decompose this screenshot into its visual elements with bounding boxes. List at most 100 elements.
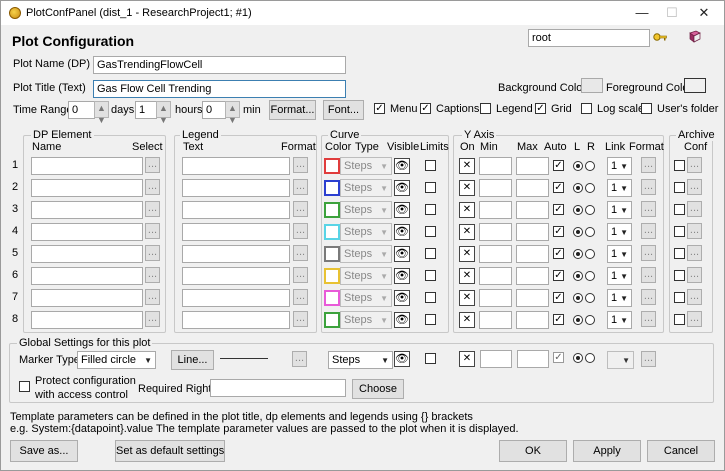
curve-color-swatch[interactable] xyxy=(324,312,340,328)
global-max-input[interactable] xyxy=(517,350,549,368)
choose-button[interactable]: Choose xyxy=(352,379,404,399)
left-axis-radio[interactable] xyxy=(573,315,583,325)
eye-icon[interactable]: 👁 xyxy=(394,158,410,174)
cancel-button[interactable]: Cancel xyxy=(647,440,715,462)
ok-button[interactable]: OK xyxy=(499,440,567,462)
option-checkbox-0[interactable]: ✓ xyxy=(374,103,385,114)
archive-checkbox[interactable] xyxy=(674,160,685,171)
link-select[interactable]: 1 ▼ xyxy=(607,245,632,263)
dp-select-button[interactable]: ... xyxy=(145,157,160,173)
required-right-input[interactable] xyxy=(210,379,346,397)
y-max-input[interactable] xyxy=(516,245,549,263)
y-format-button[interactable]: ... xyxy=(641,289,656,305)
plot-title-input[interactable]: Gas Flow Cell Trending xyxy=(93,80,346,98)
limits-checkbox[interactable] xyxy=(425,160,436,171)
limits-checkbox[interactable] xyxy=(425,248,436,259)
y-format-button[interactable]: ... xyxy=(641,157,656,173)
link-select[interactable]: 1 ▼ xyxy=(607,223,632,241)
axis-icon[interactable]: ✕ xyxy=(459,224,475,240)
global-auto-checkbox[interactable]: ✓ xyxy=(553,352,564,363)
curve-type-select[interactable]: Steps ▼ xyxy=(340,201,392,219)
curve-type-select[interactable]: Steps ▼ xyxy=(340,289,392,307)
left-axis-radio[interactable] xyxy=(573,249,583,259)
axis-icon[interactable]: ✕ xyxy=(459,202,475,218)
y-max-input[interactable] xyxy=(516,179,549,197)
auto-checkbox[interactable]: ✓ xyxy=(553,314,564,325)
eye-icon[interactable]: 👁 xyxy=(394,351,410,367)
y-format-button[interactable]: ... xyxy=(641,201,656,217)
y-format-button[interactable]: ... xyxy=(641,245,656,261)
dp-select-button[interactable]: ... xyxy=(145,201,160,217)
global-format-button[interactable]: ... xyxy=(292,351,307,367)
archive-checkbox[interactable] xyxy=(674,314,685,325)
global-limits-checkbox[interactable] xyxy=(425,353,436,364)
archive-conf-button[interactable]: ... xyxy=(687,201,702,217)
auto-checkbox[interactable]: ✓ xyxy=(553,292,564,303)
close-button[interactable]: ✕ xyxy=(689,3,719,23)
eye-icon[interactable]: 👁 xyxy=(394,224,410,240)
eye-icon[interactable]: 👁 xyxy=(394,290,410,306)
days-spinner[interactable]: ▲ ▼ xyxy=(94,101,109,125)
archive-checkbox[interactable] xyxy=(674,226,685,237)
legend-text-input[interactable] xyxy=(182,245,290,263)
left-axis-radio[interactable] xyxy=(573,227,583,237)
legend-text-input[interactable] xyxy=(182,179,290,197)
right-axis-radio[interactable] xyxy=(585,161,595,171)
legend-format-button[interactable]: ... xyxy=(293,311,308,327)
save-as-button[interactable]: Save as... xyxy=(10,440,78,462)
global-type-select[interactable]: Steps ▼ xyxy=(328,351,393,369)
y-min-input[interactable] xyxy=(479,267,512,285)
y-format-button[interactable]: ... xyxy=(641,223,656,239)
legend-text-input[interactable] xyxy=(182,201,290,219)
font-button[interactable]: Font... xyxy=(323,100,364,120)
curve-color-swatch[interactable] xyxy=(324,224,340,240)
archive-checkbox[interactable] xyxy=(674,270,685,281)
curve-type-select[interactable]: Steps ▼ xyxy=(340,223,392,241)
eye-icon[interactable]: 👁 xyxy=(394,180,410,196)
right-axis-radio[interactable] xyxy=(585,227,595,237)
curve-type-select[interactable]: Steps ▼ xyxy=(340,311,392,329)
protect-checkbox[interactable] xyxy=(19,381,30,392)
dp-name-input[interactable] xyxy=(31,179,143,197)
curve-type-select[interactable]: Steps ▼ xyxy=(340,245,392,263)
archive-conf-button[interactable]: ... xyxy=(687,223,702,239)
minimize-button[interactable]: — xyxy=(627,3,657,23)
archive-conf-button[interactable]: ... xyxy=(687,311,702,327)
dp-name-input[interactable] xyxy=(31,223,143,241)
apply-button[interactable]: Apply xyxy=(573,440,641,462)
limits-checkbox[interactable] xyxy=(425,292,436,303)
plot-name-input[interactable]: GasTrendingFlowCell xyxy=(93,56,346,74)
dp-select-button[interactable]: ... xyxy=(145,245,160,261)
format-button[interactable]: Format... xyxy=(269,100,316,120)
right-axis-radio[interactable] xyxy=(585,205,595,215)
dp-name-input[interactable] xyxy=(31,311,143,329)
y-min-input[interactable] xyxy=(479,311,512,329)
curve-type-select[interactable]: Steps ▼ xyxy=(340,267,392,285)
option-checkbox-2[interactable] xyxy=(480,103,491,114)
archive-conf-button[interactable]: ... xyxy=(687,267,702,283)
left-axis-radio[interactable] xyxy=(573,183,583,193)
limits-checkbox[interactable] xyxy=(425,204,436,215)
days-input[interactable]: 0 xyxy=(68,101,95,119)
legend-format-button[interactable]: ... xyxy=(293,201,308,217)
curve-color-swatch[interactable] xyxy=(324,202,340,218)
global-link-select[interactable]: ▼ xyxy=(607,351,634,369)
dp-name-input[interactable] xyxy=(31,157,143,175)
dp-select-button[interactable]: ... xyxy=(145,223,160,239)
dp-name-input[interactable] xyxy=(31,245,143,263)
y-format-button[interactable]: ... xyxy=(641,311,656,327)
auto-checkbox[interactable]: ✓ xyxy=(553,226,564,237)
auto-checkbox[interactable]: ✓ xyxy=(553,270,564,281)
axis-icon[interactable]: ✕ xyxy=(459,351,475,367)
curve-color-swatch[interactable] xyxy=(324,246,340,262)
legend-format-button[interactable]: ... xyxy=(293,245,308,261)
archive-checkbox[interactable] xyxy=(674,182,685,193)
curve-color-swatch[interactable] xyxy=(324,290,340,306)
y-min-input[interactable] xyxy=(479,157,512,175)
dp-select-button[interactable]: ... xyxy=(145,267,160,283)
legend-text-input[interactable] xyxy=(182,223,290,241)
y-max-input[interactable] xyxy=(516,157,549,175)
fg-color-swatch[interactable] xyxy=(684,78,706,93)
axis-icon[interactable]: ✕ xyxy=(459,246,475,262)
right-axis-radio[interactable] xyxy=(585,271,595,281)
